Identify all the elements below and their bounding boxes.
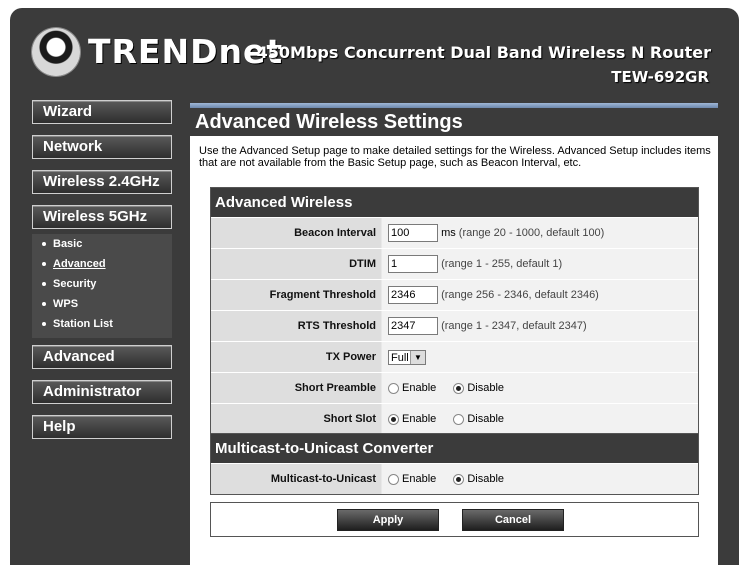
short-slot-label: Short Slot — [211, 404, 381, 434]
cancel-button[interactable]: Cancel — [462, 509, 564, 531]
fragment-threshold-input[interactable] — [388, 286, 438, 305]
router-frame: TRENDnet 450Mbps Concurrent Dual Band Wi… — [10, 8, 739, 565]
bullet-icon — [42, 322, 46, 327]
short-preamble-enable-radio[interactable] — [388, 382, 399, 394]
nav-help[interactable]: Help — [32, 415, 172, 439]
action-bar: Apply Cancel — [210, 502, 699, 537]
intro-text: Use the Advanced Setup page to make deta… — [199, 145, 711, 169]
submenu-basic[interactable]: Basic — [42, 238, 82, 250]
beacon-interval-hint: (range 20 - 1000, default 100) — [458, 227, 605, 239]
submenu-advanced[interactable]: Advanced — [42, 258, 106, 270]
short-preamble-row: Short Preamble Enable Disable — [211, 372, 698, 403]
fragment-threshold-label: Fragment Threshold — [211, 280, 381, 310]
short-slot-enable-radio[interactable] — [388, 413, 399, 425]
dtim-hint: (range 1 - 255, default 1) — [441, 258, 563, 270]
brand-name: TRENDnet — [88, 32, 284, 71]
beacon-interval-label: Beacon Interval — [211, 218, 381, 248]
bullet-icon — [42, 282, 46, 287]
rts-threshold-hint: (range 1 - 2347, default 2347) — [441, 320, 587, 332]
main-panel: Advanced Wireless Settings Use the Advan… — [190, 103, 718, 565]
short-preamble-disable-radio[interactable] — [453, 382, 465, 394]
fragment-threshold-hint: (range 256 - 2346, default 2346) — [441, 289, 599, 301]
nav-wizard[interactable]: Wizard — [32, 100, 172, 124]
multicast-section: Multicast-to-Unicast Converter Multicast… — [210, 433, 699, 495]
beacon-interval-row: Beacon Interval ms (range 20 - 1000, def… — [211, 217, 698, 248]
tx-power-row: TX Power Full ▼ — [211, 341, 698, 372]
advanced-wireless-section: Advanced Wireless Beacon Interval ms (ra… — [210, 187, 699, 435]
nav-advanced[interactable]: Advanced — [32, 345, 172, 369]
short-slot-row: Short Slot Enable Disable — [211, 403, 698, 434]
submenu-wps[interactable]: WPS — [42, 298, 78, 310]
multicast-row: Multicast-to-Unicast Enable Disable — [211, 463, 698, 494]
submenu-station-list[interactable]: Station List — [42, 318, 113, 330]
wireless-5ghz-submenu: Basic Advanced Security WPS Station List — [32, 234, 172, 338]
bullet-icon — [42, 302, 46, 307]
beacon-interval-unit: ms — [441, 227, 456, 239]
rts-threshold-label: RTS Threshold — [211, 311, 381, 341]
page-title: Advanced Wireless Settings — [190, 108, 718, 136]
section-title: Multicast-to-Unicast Converter — [211, 434, 698, 463]
bullet-icon — [42, 262, 46, 267]
nav-wireless-24ghz[interactable]: Wireless 2.4GHz — [32, 170, 172, 194]
trendnet-logo: TRENDnet — [32, 28, 282, 84]
multicast-enable-radio[interactable] — [388, 473, 399, 485]
multicast-disable-radio[interactable] — [453, 473, 465, 485]
beacon-interval-input[interactable] — [388, 224, 438, 243]
copyright-text: Copyright ©2011 TRENDnet. All Rights Res… — [455, 557, 688, 565]
apply-button[interactable]: Apply — [337, 509, 439, 531]
submenu-security[interactable]: Security — [42, 278, 96, 290]
product-title: 450Mbps Concurrent Dual Band Wireless N … — [256, 43, 711, 62]
multicast-label: Multicast-to-Unicast — [211, 464, 381, 494]
fragment-threshold-row: Fragment Threshold (range 256 - 2346, de… — [211, 279, 698, 310]
nav-administrator[interactable]: Administrator — [32, 380, 172, 404]
dtim-label: DTIM — [211, 249, 381, 279]
rts-threshold-row: RTS Threshold (range 1 - 2347, default 2… — [211, 310, 698, 341]
tx-power-select[interactable]: Full ▼ — [388, 349, 426, 365]
bullet-icon — [42, 242, 46, 247]
model-number: TEW-692GR — [611, 68, 709, 86]
tx-power-label: TX Power — [211, 342, 381, 372]
dtim-row: DTIM (range 1 - 255, default 1) — [211, 248, 698, 279]
trendnet-logo-icon — [32, 28, 80, 76]
nav-wireless-5ghz[interactable]: Wireless 5GHz — [32, 205, 172, 229]
rts-threshold-input[interactable] — [388, 317, 438, 336]
short-slot-disable-radio[interactable] — [453, 413, 465, 425]
dtim-input[interactable] — [388, 255, 438, 274]
chevron-down-icon: ▼ — [410, 350, 425, 364]
short-preamble-label: Short Preamble — [211, 373, 381, 403]
nav-network[interactable]: Network — [32, 135, 172, 159]
section-title: Advanced Wireless — [211, 188, 698, 217]
